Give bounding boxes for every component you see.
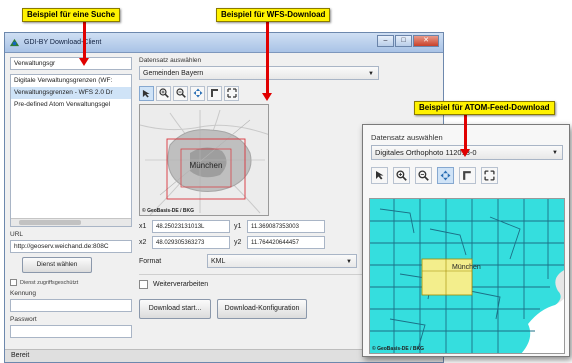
chevron-down-icon: ▼ — [368, 71, 374, 77]
x1-label: x1 — [139, 223, 147, 230]
atom-map-city-label: München — [452, 264, 481, 271]
password-field[interactable] — [10, 325, 132, 338]
callout-search: Beispiel für eine Suche — [22, 8, 121, 22]
callout-search-arrow — [79, 21, 89, 66]
format-value: KML — [211, 258, 226, 265]
further-processing-checkbox[interactable] — [139, 280, 148, 289]
close-button[interactable]: ✕ — [413, 35, 439, 47]
scrollbar-thumb[interactable] — [19, 220, 81, 225]
atom-tile-map[interactable]: München © GeoBasis-DE / BKG — [369, 198, 565, 354]
download-start-button[interactable]: Download start... — [139, 299, 211, 319]
zoom-in-icon[interactable] — [156, 85, 171, 101]
protected-checkbox[interactable] — [10, 279, 17, 286]
result-list[interactable]: Digitale Verwaltungsgrenzen (WF: Verwalt… — [10, 74, 132, 227]
atom-map-toolbar — [371, 166, 563, 184]
chevron-down-icon: ▼ — [346, 259, 352, 265]
bbox-coordinates: x1 48.25023131013L y1 11.369087353003 x2… — [139, 220, 379, 249]
pan-icon[interactable] — [190, 85, 205, 101]
map-toolbar — [139, 85, 379, 101]
user-label: Kennung — [10, 290, 37, 297]
protected-checkbox-label: Dienst zugriffsgeschützt — [20, 279, 79, 286]
wfs-map[interactable]: München © GeoBasis-DE / BKG — [139, 104, 269, 216]
url-label: URL — [10, 231, 24, 238]
y2-label: y2 — [234, 239, 242, 246]
maximize-button[interactable]: □ — [395, 35, 412, 47]
further-processing-label: Weiterverarbeiten — [153, 281, 209, 288]
pan-icon[interactable] — [437, 166, 454, 184]
format-select[interactable]: KML ▼ — [207, 254, 357, 268]
extent-icon[interactable] — [224, 85, 239, 101]
download-config-button[interactable]: Download-Konfiguration — [217, 299, 307, 319]
protected-checkbox-row[interactable]: Dienst zugriffsgeschützt — [10, 279, 132, 286]
select-service-button[interactable]: Dienst wählen — [22, 257, 92, 273]
zoom-out-icon[interactable] — [415, 166, 432, 184]
y2-field[interactable]: 11.764420644457 — [247, 236, 325, 249]
callout-wfs-arrow — [262, 21, 272, 101]
title-bar[interactable]: GDI-BY Download-Client – □ ✕ — [5, 33, 443, 53]
search-input[interactable]: Verwaltungsgr — [10, 57, 132, 70]
list-item-selected[interactable]: Verwaltungsgrenzen - WFS 2.0 Dr — [11, 87, 131, 99]
y1-label: y1 — [234, 223, 242, 230]
wfs-panel: Datensatz auswählen Gemeinden Bayern ▼ M… — [139, 57, 379, 319]
zoom-in-icon[interactable] — [393, 166, 410, 184]
further-processing-row[interactable]: Weiterverarbeiten — [139, 280, 379, 289]
list-item[interactable]: Pre-defined Atom Verwaltungsgel — [11, 99, 131, 111]
selection-tool-icon[interactable] — [459, 166, 476, 184]
chevron-down-icon: ▼ — [552, 150, 558, 156]
app-icon — [9, 38, 20, 47]
wfs-map-attribution: © GeoBasis-DE / BKG — [142, 208, 195, 214]
url-field[interactable]: http://geoserv.weichand.de:808C — [10, 240, 132, 253]
format-label: Format — [139, 257, 162, 265]
selection-tool-icon[interactable] — [207, 85, 222, 101]
wfs-map-city-label: München — [190, 161, 223, 170]
status-text: Bereit — [11, 352, 30, 359]
horizontal-scrollbar[interactable] — [11, 218, 131, 226]
x2-label: x2 — [139, 239, 147, 246]
select-arrow-icon[interactable] — [371, 166, 388, 184]
callout-wfs: Beispiel für WFS-Download — [216, 8, 331, 22]
user-field[interactable] — [10, 299, 132, 312]
callout-atom-arrow — [460, 114, 470, 157]
dataset-select[interactable]: Gemeinden Bayern ▼ — [139, 66, 379, 80]
y1-field[interactable]: 11.369087353003 — [247, 220, 325, 233]
divider — [139, 274, 379, 275]
dataset-label: Datensatz auswählen — [139, 57, 202, 64]
dataset-value: Gemeinden Bayern — [143, 70, 204, 77]
callout-atom: Beispiel für ATOM-Feed-Download — [414, 101, 555, 115]
zoom-out-icon[interactable] — [173, 85, 188, 101]
password-label: Passwort — [10, 316, 37, 323]
x2-field[interactable]: 48.029305363273 — [152, 236, 230, 249]
list-item[interactable]: Digitale Verwaltungsgrenzen (WF: — [11, 75, 131, 87]
atom-map-attribution: © GeoBasis-DE / BKG — [372, 346, 425, 352]
wfs-map-canvas: München — [140, 105, 268, 215]
left-panel: Verwaltungsgr Digitale Verwaltungsgrenze… — [10, 57, 132, 338]
minimize-button[interactable]: – — [377, 35, 394, 47]
window-title: GDI-BY Download-Client — [24, 39, 102, 46]
atom-dataset-label: Datensatz auswählen — [371, 133, 443, 142]
download-button-row: Download start... Download-Konfiguration — [139, 299, 379, 319]
select-arrow-icon[interactable] — [139, 85, 154, 101]
x1-field[interactable]: 48.25023131013L — [152, 220, 230, 233]
atom-feed-panel: Datensatz auswählen Digitales Orthophoto… — [362, 124, 570, 357]
atom-map-canvas: München — [370, 199, 564, 353]
extent-icon[interactable] — [481, 166, 498, 184]
screenshot-stage: Beispiel für eine Suche Beispiel für WFS… — [0, 0, 572, 363]
format-row: Format KML ▼ — [139, 254, 379, 268]
